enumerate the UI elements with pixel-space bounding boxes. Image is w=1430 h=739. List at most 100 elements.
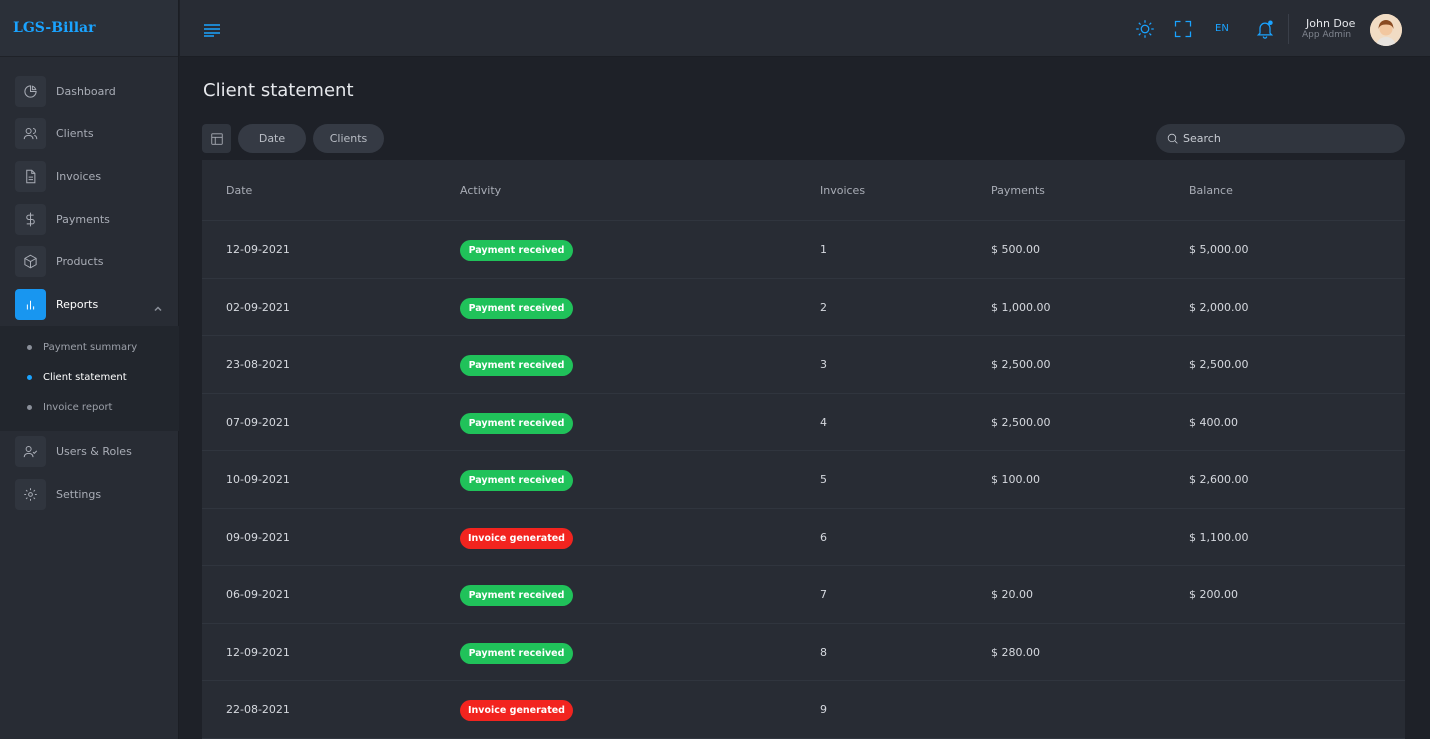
sidebar-item-label: Clients	[56, 127, 94, 141]
avatar[interactable]	[1370, 14, 1402, 46]
cell-payments: $ 280.00	[991, 645, 1040, 659]
bell-icon[interactable]	[1255, 19, 1275, 39]
cell-date: 22-08-2021	[226, 703, 290, 716]
cell-date: 07-09-2021	[226, 415, 290, 429]
activity-badge: Invoice generated	[460, 527, 573, 549]
cell-date: 12-09-2021	[226, 243, 290, 256]
table-row[interactable]: 22-08-2021 Invoice generated 9	[202, 681, 1405, 739]
sidebar-nav: Dashboard Clients Invoices Payments Prod…	[0, 70, 179, 516]
column-header-balance[interactable]: Balance	[1189, 184, 1233, 197]
date-filter-button[interactable]: Date	[238, 124, 306, 153]
table-row[interactable]: 02-09-2021 Payment received 2 $ 1,000.00…	[202, 279, 1405, 336]
cell-payments: $ 100.00	[991, 473, 1040, 486]
sidebar-item-users-roles[interactable]: Users & Roles	[0, 431, 179, 474]
submenu-item-label: Client statement	[43, 372, 127, 384]
cell-invoices: 1	[820, 243, 827, 256]
table-body: 12-09-2021 Payment received 1 $ 500.00 $…	[202, 221, 1405, 739]
submenu-item-label: Invoice report	[43, 402, 113, 414]
cell-balance: $ 2,000.00	[1189, 300, 1249, 314]
cell-invoices: 4	[820, 415, 827, 429]
activity-badge: Payment received	[460, 470, 573, 491]
cell-date: 10-09-2021	[226, 473, 290, 486]
activity-badge: Payment received	[460, 240, 573, 261]
table-row[interactable]: 12-09-2021 Payment received 1 $ 500.00 $…	[202, 221, 1405, 279]
activity-badge: Invoice generated	[460, 700, 573, 721]
table-row[interactable]: 06-09-2021 Payment received 7 $ 20.00 $ …	[202, 566, 1405, 624]
cell-date: 06-09-2021	[226, 588, 290, 601]
sidebar-item-dashboard[interactable]: Dashboard	[0, 70, 179, 113]
brand[interactable]: LGS-Billar	[0, 0, 178, 57]
cell-invoices: 9	[820, 703, 827, 716]
layout-icon	[210, 132, 223, 145]
cell-payments: $ 2,500.00	[991, 415, 1051, 429]
column-header-invoices[interactable]: Invoices	[820, 184, 865, 197]
sidebar-item-label: Reports	[56, 297, 99, 311]
user-name: John Doe	[1306, 17, 1356, 30]
cell-balance: $ 200.00	[1189, 588, 1238, 601]
topbar: EN John Doe App Admin	[180, 0, 1430, 57]
activity-badge: Payment received	[460, 355, 573, 376]
cell-date: 23-08-2021	[226, 358, 290, 371]
activity-badge: Payment received	[460, 412, 573, 434]
reports-submenu: Payment summary Client statement Invoice…	[0, 325, 179, 431]
sidebar-item-label: Products	[56, 255, 104, 269]
sidebar-item-label: Dashboard	[56, 84, 116, 98]
cell-balance: $ 400.00	[1189, 415, 1238, 429]
submenu-item-client-statement[interactable]: Client statement	[0, 363, 179, 393]
bar-chart-icon	[15, 288, 46, 320]
cell-date: 12-09-2021	[226, 645, 290, 659]
fullscreen-icon[interactable]	[1173, 19, 1193, 39]
submenu-item-invoice-report[interactable]: Invoice report	[0, 393, 179, 423]
brand-logo-text: LGS-Billar	[13, 20, 96, 36]
table-layout-button[interactable]	[202, 124, 231, 153]
dollar-icon	[15, 203, 46, 235]
sidebar-item-invoices[interactable]: Invoices	[0, 155, 179, 198]
sidebar-item-reports[interactable]: Reports	[0, 283, 179, 326]
submenu-item-payment-summary[interactable]: Payment summary	[0, 333, 179, 363]
pie-chart-icon	[15, 75, 46, 107]
cell-date: 09-09-2021	[226, 530, 290, 544]
table-row[interactable]: 12-09-2021 Payment received 8 $ 280.00	[202, 624, 1405, 681]
cell-invoices: 5	[820, 473, 827, 486]
search-input[interactable]	[1183, 132, 1383, 145]
cell-invoices: 6	[820, 530, 827, 544]
table-row[interactable]: 23-08-2021 Payment received 3 $ 2,500.00…	[202, 336, 1405, 394]
table-row[interactable]: 10-09-2021 Payment received 5 $ 100.00 $…	[202, 451, 1405, 509]
sidebar-item-clients[interactable]: Clients	[0, 113, 179, 156]
bullet-icon	[27, 375, 32, 381]
bullet-icon	[27, 345, 32, 351]
cell-balance: $ 5,000.00	[1189, 243, 1249, 256]
user-role: App Admin	[1302, 30, 1352, 40]
sidebar-item-label: Users & Roles	[56, 445, 132, 459]
activity-badge: Payment received	[460, 297, 573, 319]
column-header-payments[interactable]: Payments	[991, 184, 1045, 197]
language-switch[interactable]: EN	[1215, 23, 1229, 34]
clients-filter-button[interactable]: Clients	[313, 124, 384, 153]
column-header-date[interactable]: Date	[226, 184, 252, 197]
column-header-activity[interactable]: Activity	[460, 184, 501, 197]
bullet-icon	[27, 405, 32, 411]
search-icon	[1167, 133, 1178, 144]
sidebar-item-products[interactable]: Products	[0, 240, 179, 283]
menu-toggle-icon[interactable]	[203, 22, 221, 37]
gear-icon	[15, 478, 46, 510]
cell-balance: $ 2,600.00	[1189, 473, 1249, 486]
sidebar-item-label: Settings	[56, 487, 102, 501]
cell-payments: $ 2,500.00	[991, 358, 1051, 371]
cell-date: 02-09-2021	[226, 300, 290, 314]
users-icon	[15, 118, 46, 150]
search-box[interactable]	[1156, 124, 1405, 153]
submenu-item-label: Payment summary	[43, 342, 138, 354]
page-title: Client statement	[203, 80, 354, 101]
table-row[interactable]: 07-09-2021 Payment received 4 $ 2,500.00…	[202, 394, 1405, 451]
sidebar-item-payments[interactable]: Payments	[0, 198, 179, 241]
cell-invoices: 8	[820, 645, 827, 659]
sun-icon[interactable]	[1135, 19, 1155, 39]
table-row[interactable]: 09-09-2021 Invoice generated 6 $ 1,100.0…	[202, 509, 1405, 566]
sidebar-item-settings[interactable]: Settings	[0, 473, 179, 516]
activity-badge: Payment received	[460, 585, 573, 606]
cell-invoices: 7	[820, 588, 827, 601]
statement-table: Date Activity Invoices Payments Balance …	[202, 160, 1405, 739]
cell-payments: $ 500.00	[991, 243, 1040, 256]
header-divider	[1288, 14, 1289, 44]
